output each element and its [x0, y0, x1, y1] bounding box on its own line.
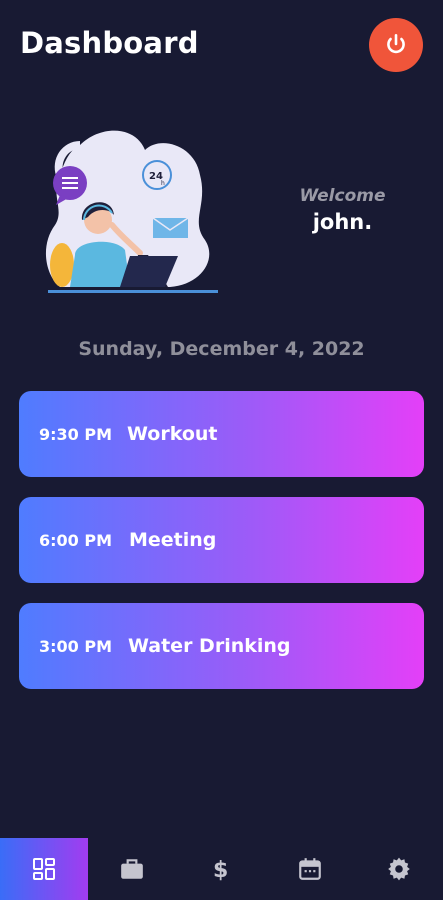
nav-dashboard[interactable] — [0, 838, 88, 900]
gear-icon — [388, 857, 410, 881]
clock-sub-label: h — [161, 180, 165, 187]
briefcase-icon — [121, 859, 143, 879]
bottom-nav: $ — [0, 838, 443, 900]
power-icon — [387, 33, 405, 54]
task-card-water-drinking[interactable]: 3:00 PM Water Drinking — [19, 603, 424, 689]
task-name: Workout — [127, 423, 218, 445]
user-name: john. — [312, 210, 373, 234]
calendar-icon — [299, 858, 321, 880]
task-card-meeting[interactable]: 6:00 PM Meeting — [19, 497, 424, 583]
task-card-workout[interactable]: 9:30 PM Workout — [19, 391, 424, 477]
task-time: 6:00 PM — [39, 530, 113, 550]
dollar-icon: $ — [213, 858, 228, 882]
welcome-block: Welcome john. — [290, 186, 395, 234]
svg-text:$: $ — [213, 858, 228, 882]
task-name: Meeting — [129, 529, 217, 551]
current-date: Sunday, December 4, 2022 — [78, 338, 365, 360]
support-agent-illustration: 24 h — [45, 130, 218, 293]
nav-calendar[interactable] — [266, 838, 354, 900]
logout-button[interactable] — [369, 18, 423, 72]
task-name: Water Drinking — [128, 635, 291, 657]
nav-finance[interactable]: $ — [177, 838, 265, 900]
dashboard-icon — [33, 858, 55, 880]
page-title: Dashboard — [20, 26, 199, 60]
task-time: 9:30 PM — [39, 424, 113, 444]
nav-work[interactable] — [88, 838, 176, 900]
nav-settings[interactable] — [355, 838, 443, 900]
welcome-greeting: Welcome — [299, 186, 386, 206]
task-time: 3:00 PM — [39, 636, 113, 656]
